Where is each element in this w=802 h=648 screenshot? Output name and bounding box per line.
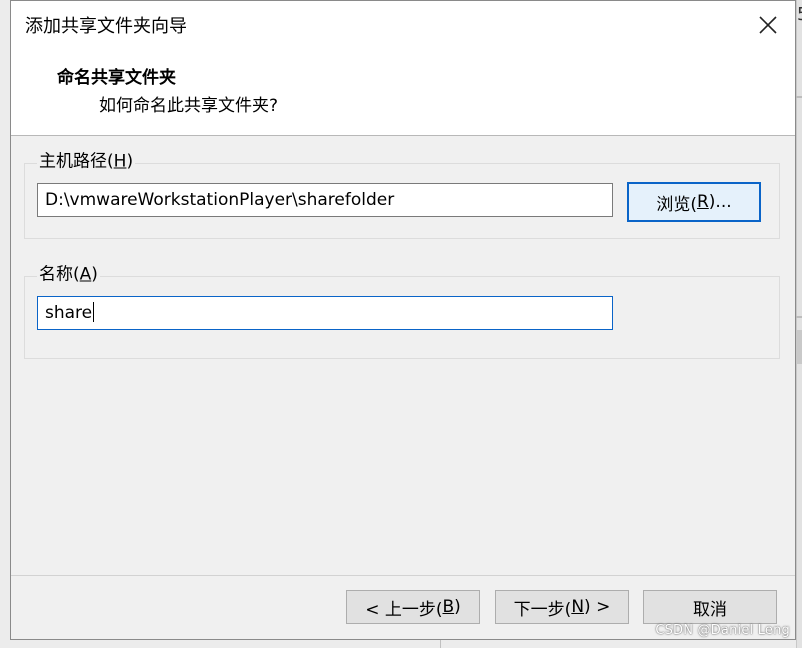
watermark: CSDN @Daniel Leng: [655, 623, 790, 638]
name-input[interactable]: share: [37, 296, 613, 330]
back-button[interactable]: < 上一步(B): [346, 590, 480, 624]
close-button[interactable]: [745, 3, 791, 47]
next-button[interactable]: 下一步(N) >: [495, 590, 629, 624]
background-scrollbar: [796, 330, 802, 364]
host-path-value: D:\vmwareWorkstationPlayer\sharefolder: [45, 190, 395, 210]
page-title: 命名共享文件夹: [57, 68, 176, 88]
host-path-label: 主机路径(H): [37, 151, 136, 172]
background-divider: [796, 316, 802, 318]
text-caret: [93, 302, 95, 322]
host-path-input[interactable]: D:\vmwareWorkstationPlayer\sharefolder: [37, 183, 613, 217]
browse-button[interactable]: 浏览(R)...: [627, 182, 761, 222]
wizard-header: 命名共享文件夹 如何命名此共享文件夹?: [11, 49, 795, 136]
name-value: share: [45, 303, 93, 323]
window-title: 添加共享文件夹向导: [25, 16, 187, 37]
cancel-button[interactable]: 取消: [643, 590, 777, 624]
page-subtitle: 如何命名此共享文件夹?: [99, 96, 279, 116]
name-label: 名称(A): [37, 264, 100, 285]
footer-divider: [11, 575, 795, 576]
close-icon: [759, 16, 777, 34]
title-bar[interactable]: 添加共享文件夹向导: [11, 1, 795, 49]
background-divider: [796, 96, 802, 98]
add-shared-folder-wizard-dialog: 添加共享文件夹向导 命名共享文件夹 如何命名此共享文件夹? 主机路径(H) D:…: [10, 0, 796, 640]
